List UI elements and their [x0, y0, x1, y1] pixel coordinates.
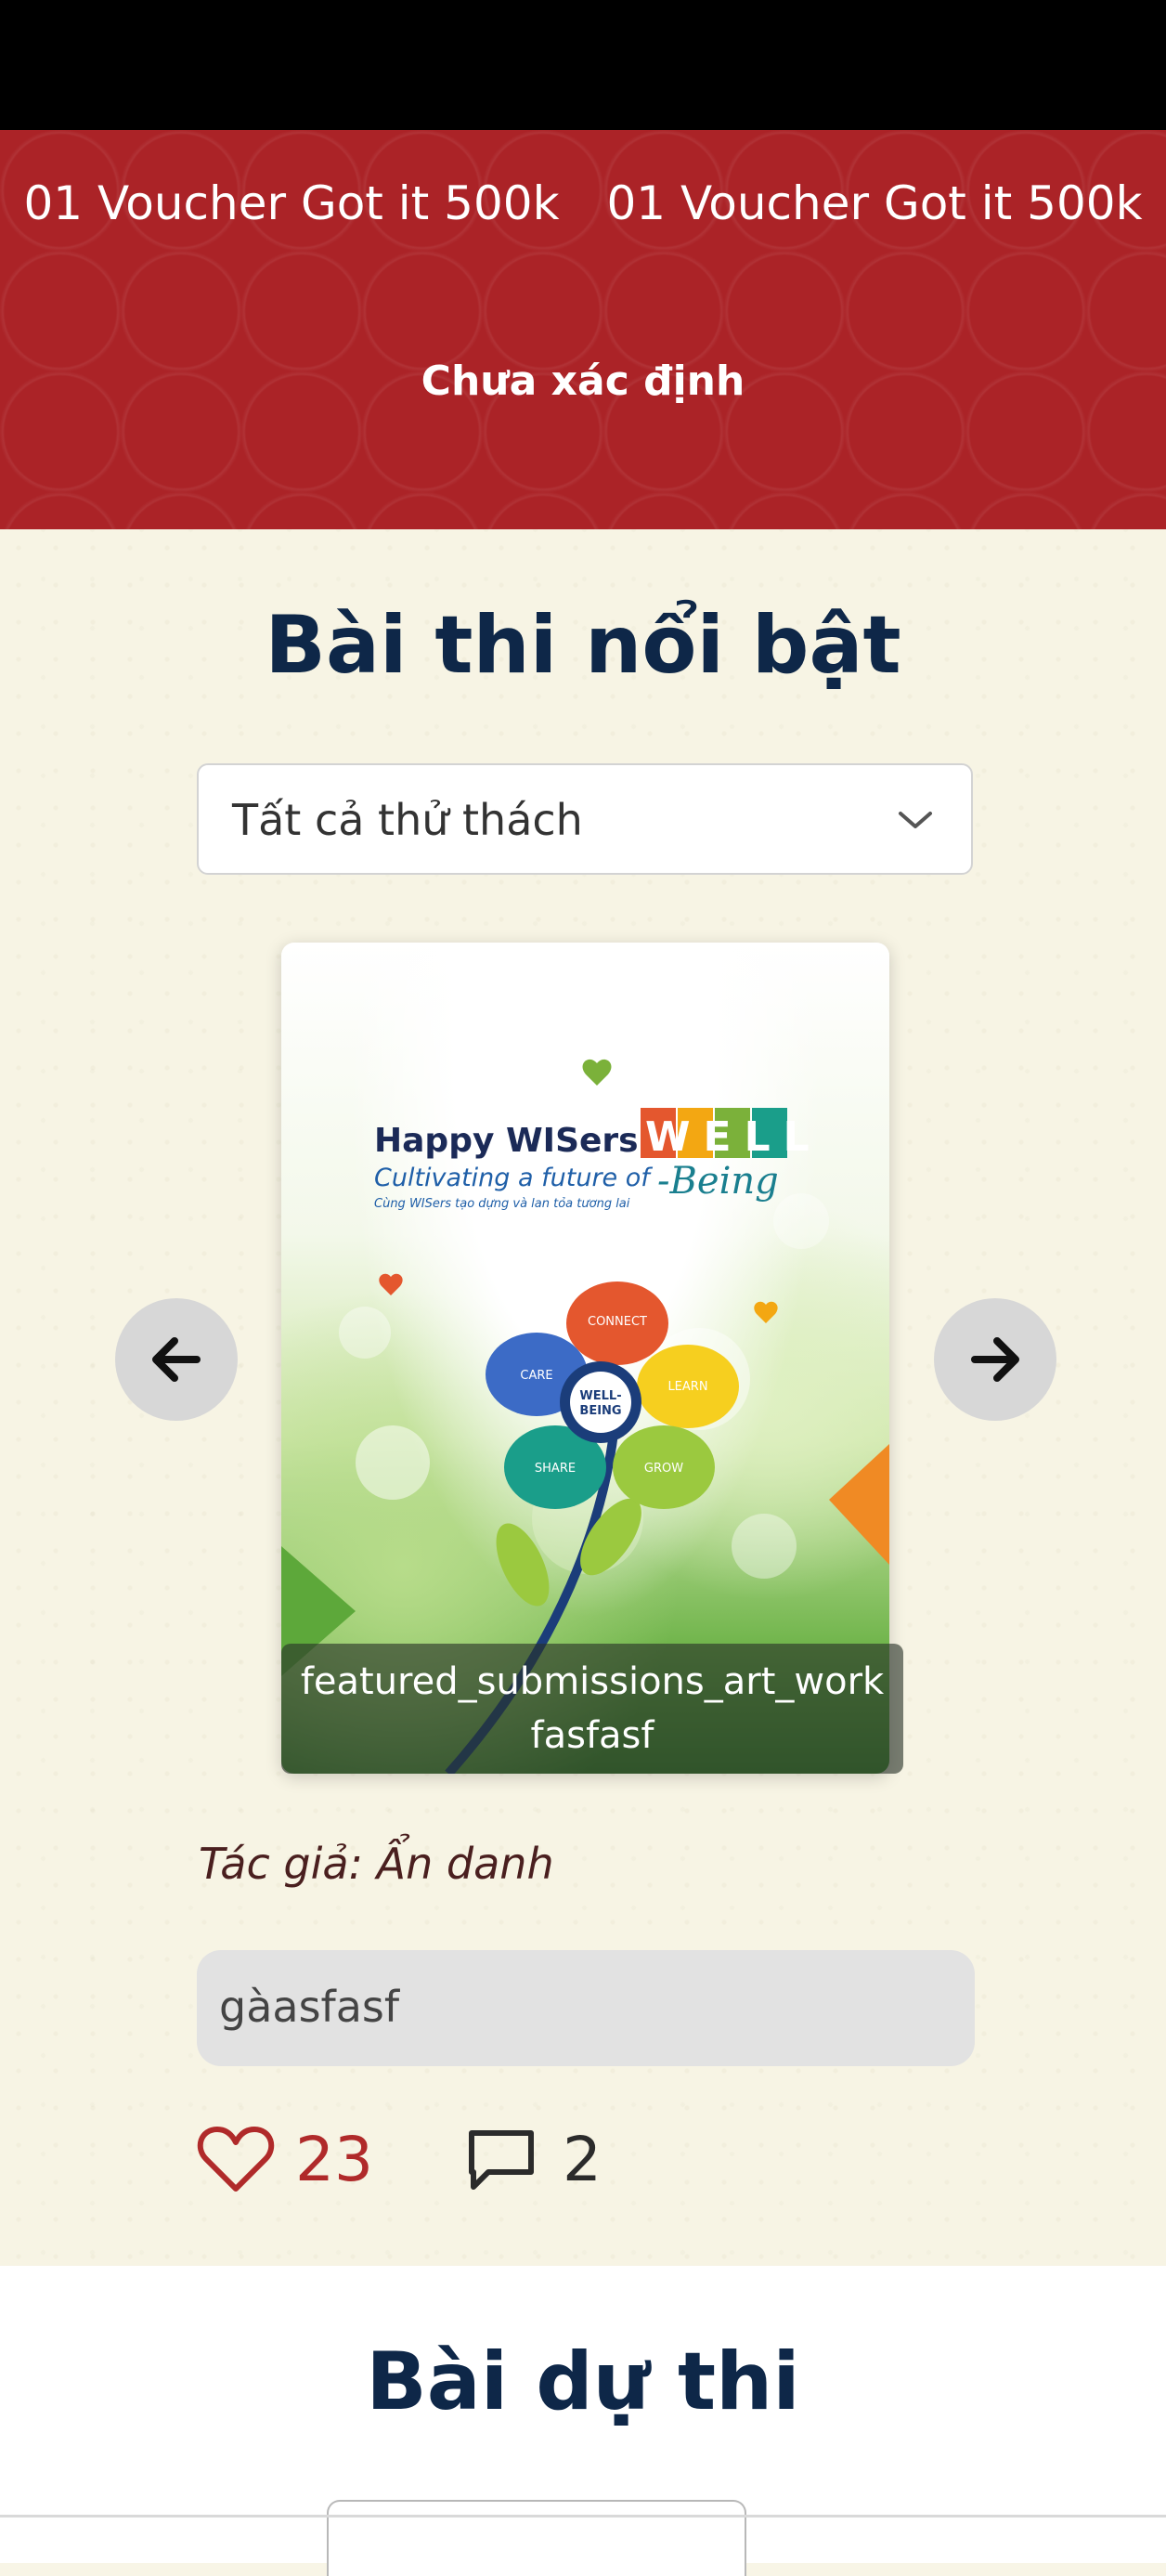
poster-brand: Happy WISers: [374, 1122, 639, 1160]
featured-section: Bài thi nổi bật Tất cả thử thách Happy W…: [0, 529, 1166, 2266]
prize-status: Chưa xác định: [421, 358, 745, 405]
heart-decor: [754, 1301, 778, 1323]
divider: [0, 2515, 1166, 2517]
comment-count: 2: [563, 2123, 602, 2195]
prize-label: 01 Voucher Got it 500k: [606, 176, 1143, 230]
comment-button[interactable]: 2: [466, 2117, 602, 2201]
heart-decor: [582, 1059, 612, 1086]
poster-wordmark-being: -Being: [657, 1160, 779, 1203]
submission-description-text: gàasfasf: [219, 1982, 400, 2032]
carousel-next-button[interactable]: [934, 1298, 1056, 1421]
prize-banner: 01 Voucher Got it 500k 01 Voucher Got it…: [0, 130, 1166, 529]
submission-caption: featured_submissions_art_work fasfasf: [281, 1644, 903, 1774]
submission-description: gàasfasf: [197, 1950, 975, 2066]
submission-caption-title: featured_submissions_art_work: [300, 1660, 885, 1703]
arrow-right-icon: [971, 1337, 1019, 1382]
chevron-down-icon: [899, 812, 932, 828]
like-count: 23: [295, 2123, 373, 2195]
carousel-prev-button[interactable]: [115, 1298, 238, 1421]
entries-filter-control[interactable]: [327, 2500, 746, 2576]
heart-icon: [197, 2127, 275, 2192]
poster-subtagline: Cùng WISers tạo dựng và lan tỏa tương la…: [374, 1197, 630, 1211]
challenge-filter-dropdown[interactable]: Tất cả thử thách: [197, 763, 973, 875]
petal-label: SHARE: [535, 1462, 576, 1476]
submission-caption-subtitle: fasfasf: [530, 1714, 654, 1757]
like-button[interactable]: 23: [197, 2117, 373, 2201]
submission-author: Tác giả: Ẩn danh: [199, 1839, 554, 1889]
entries-title: Bài dự thi: [366, 2335, 800, 2428]
petal-label: GROW: [644, 1462, 683, 1476]
featured-title: Bài thi nổi bật: [265, 599, 901, 692]
status-bar: [0, 0, 1166, 130]
petal-label: CARE: [520, 1369, 552, 1383]
prize-row: 01 Voucher Got it 500k 01 Voucher Got it…: [0, 176, 1166, 230]
challenge-filter-value: Tất cả thử thách: [232, 795, 583, 845]
flower-center-label: WELL-: [579, 1389, 621, 1403]
entries-section: Bài dự thi: [0, 2266, 1166, 2576]
arrow-left-icon: [152, 1337, 201, 1382]
heart-decor: [379, 1273, 403, 1295]
prize-label: 01 Voucher Got it 500k: [23, 176, 560, 230]
flower-center-label: BEING: [579, 1404, 621, 1418]
poster-tagline: Cultivating a future of: [374, 1164, 653, 1192]
poster-wordmark: WELL: [645, 1113, 823, 1161]
petal-label: CONNECT: [588, 1315, 647, 1329]
petal-label: LEARN: [667, 1380, 707, 1394]
comment-icon: [469, 2130, 534, 2190]
